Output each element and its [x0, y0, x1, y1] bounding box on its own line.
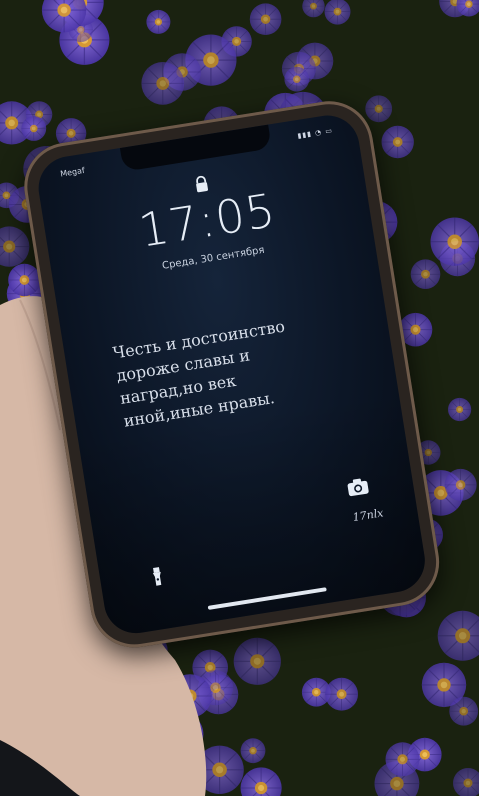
camera-icon[interactable] [345, 475, 370, 498]
lock-icon [196, 175, 208, 193]
status-icons: ▮▮▮ ◔ ▭ [296, 126, 334, 141]
flashlight-icon[interactable] [143, 562, 173, 592]
carrier-label: Megaf [59, 165, 86, 179]
photo-scene: Megaf ▮▮▮ ◔ ▭ 17:05 Среда, 30 сентября Ч… [0, 0, 479, 796]
